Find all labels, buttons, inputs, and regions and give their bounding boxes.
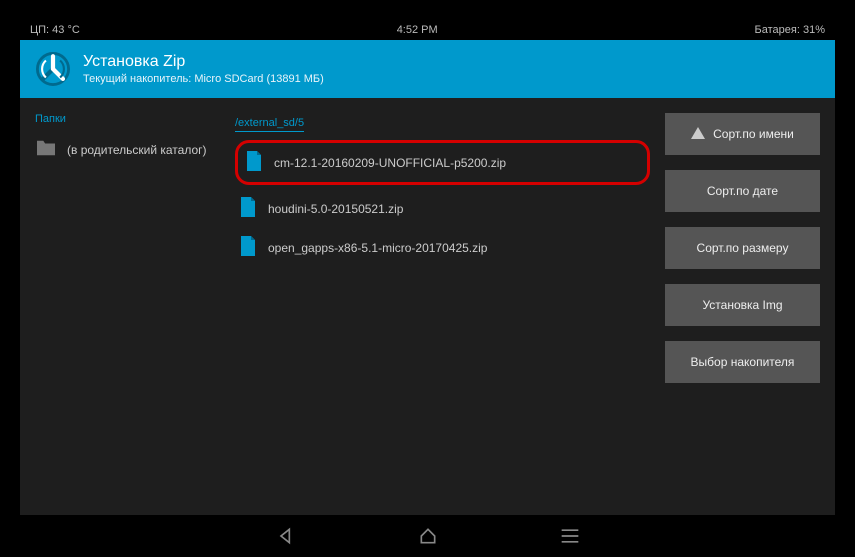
button-label: Выбор накопителя [691, 355, 795, 369]
folders-label: Папки [35, 113, 215, 125]
page-title: Установка Zip [83, 53, 324, 71]
highlight-annotation: cm-12.1-20160209-UNOFFICIAL-p5200.zip [235, 140, 650, 185]
sort-by-size-button[interactable]: Сорт.по размеру [665, 227, 820, 269]
sort-ascending-icon [691, 127, 705, 142]
folder-icon [35, 139, 57, 160]
button-label: Сорт.по дате [707, 184, 778, 198]
cpu-temp: ЦП: 43 °C [30, 24, 80, 36]
button-label: Сорт.по размеру [697, 241, 789, 255]
menu-icon[interactable] [559, 525, 581, 547]
parent-folder-row[interactable]: (в родительский каталог) [35, 133, 215, 166]
twrp-logo-icon [35, 51, 71, 87]
button-label: Сорт.по имени [713, 127, 794, 141]
button-label: Установка Img [702, 298, 782, 312]
folder-name: (в родительский каталог) [67, 143, 207, 157]
file-name: houdini-5.0-20150521.zip [268, 202, 403, 216]
file-icon [246, 151, 262, 174]
file-row[interactable]: cm-12.1-20160209-UNOFFICIAL-p5200.zip [246, 149, 639, 176]
storage-subtitle: Текущий накопитель: Micro SDCard (13891 … [83, 73, 324, 85]
file-name: open_gapps-x86-5.1-micro-20170425.zip [268, 241, 487, 255]
clock: 4:52 PM [80, 24, 755, 36]
sort-by-date-button[interactable]: Сорт.по дате [665, 170, 820, 212]
home-icon[interactable] [417, 525, 439, 547]
file-name: cm-12.1-20160209-UNOFFICIAL-p5200.zip [274, 156, 506, 170]
file-icon [240, 197, 256, 220]
back-icon[interactable] [275, 525, 297, 547]
file-row[interactable]: houdini-5.0-20150521.zip [235, 189, 650, 228]
file-row[interactable]: open_gapps-x86-5.1-micro-20170425.zip [235, 228, 650, 267]
nav-bar [20, 515, 835, 557]
status-bar: ЦП: 43 °C 4:52 PM Батарея: 31% [20, 20, 835, 40]
file-icon [240, 236, 256, 259]
install-img-button[interactable]: Установка Img [665, 284, 820, 326]
select-storage-button[interactable]: Выбор накопителя [665, 341, 820, 383]
header: Установка Zip Текущий накопитель: Micro … [20, 40, 835, 98]
sort-by-name-button[interactable]: Сорт.по имени [665, 113, 820, 155]
battery-label: Батарея: 31% [755, 24, 825, 36]
path-label: /external_sd/5 [235, 117, 304, 132]
